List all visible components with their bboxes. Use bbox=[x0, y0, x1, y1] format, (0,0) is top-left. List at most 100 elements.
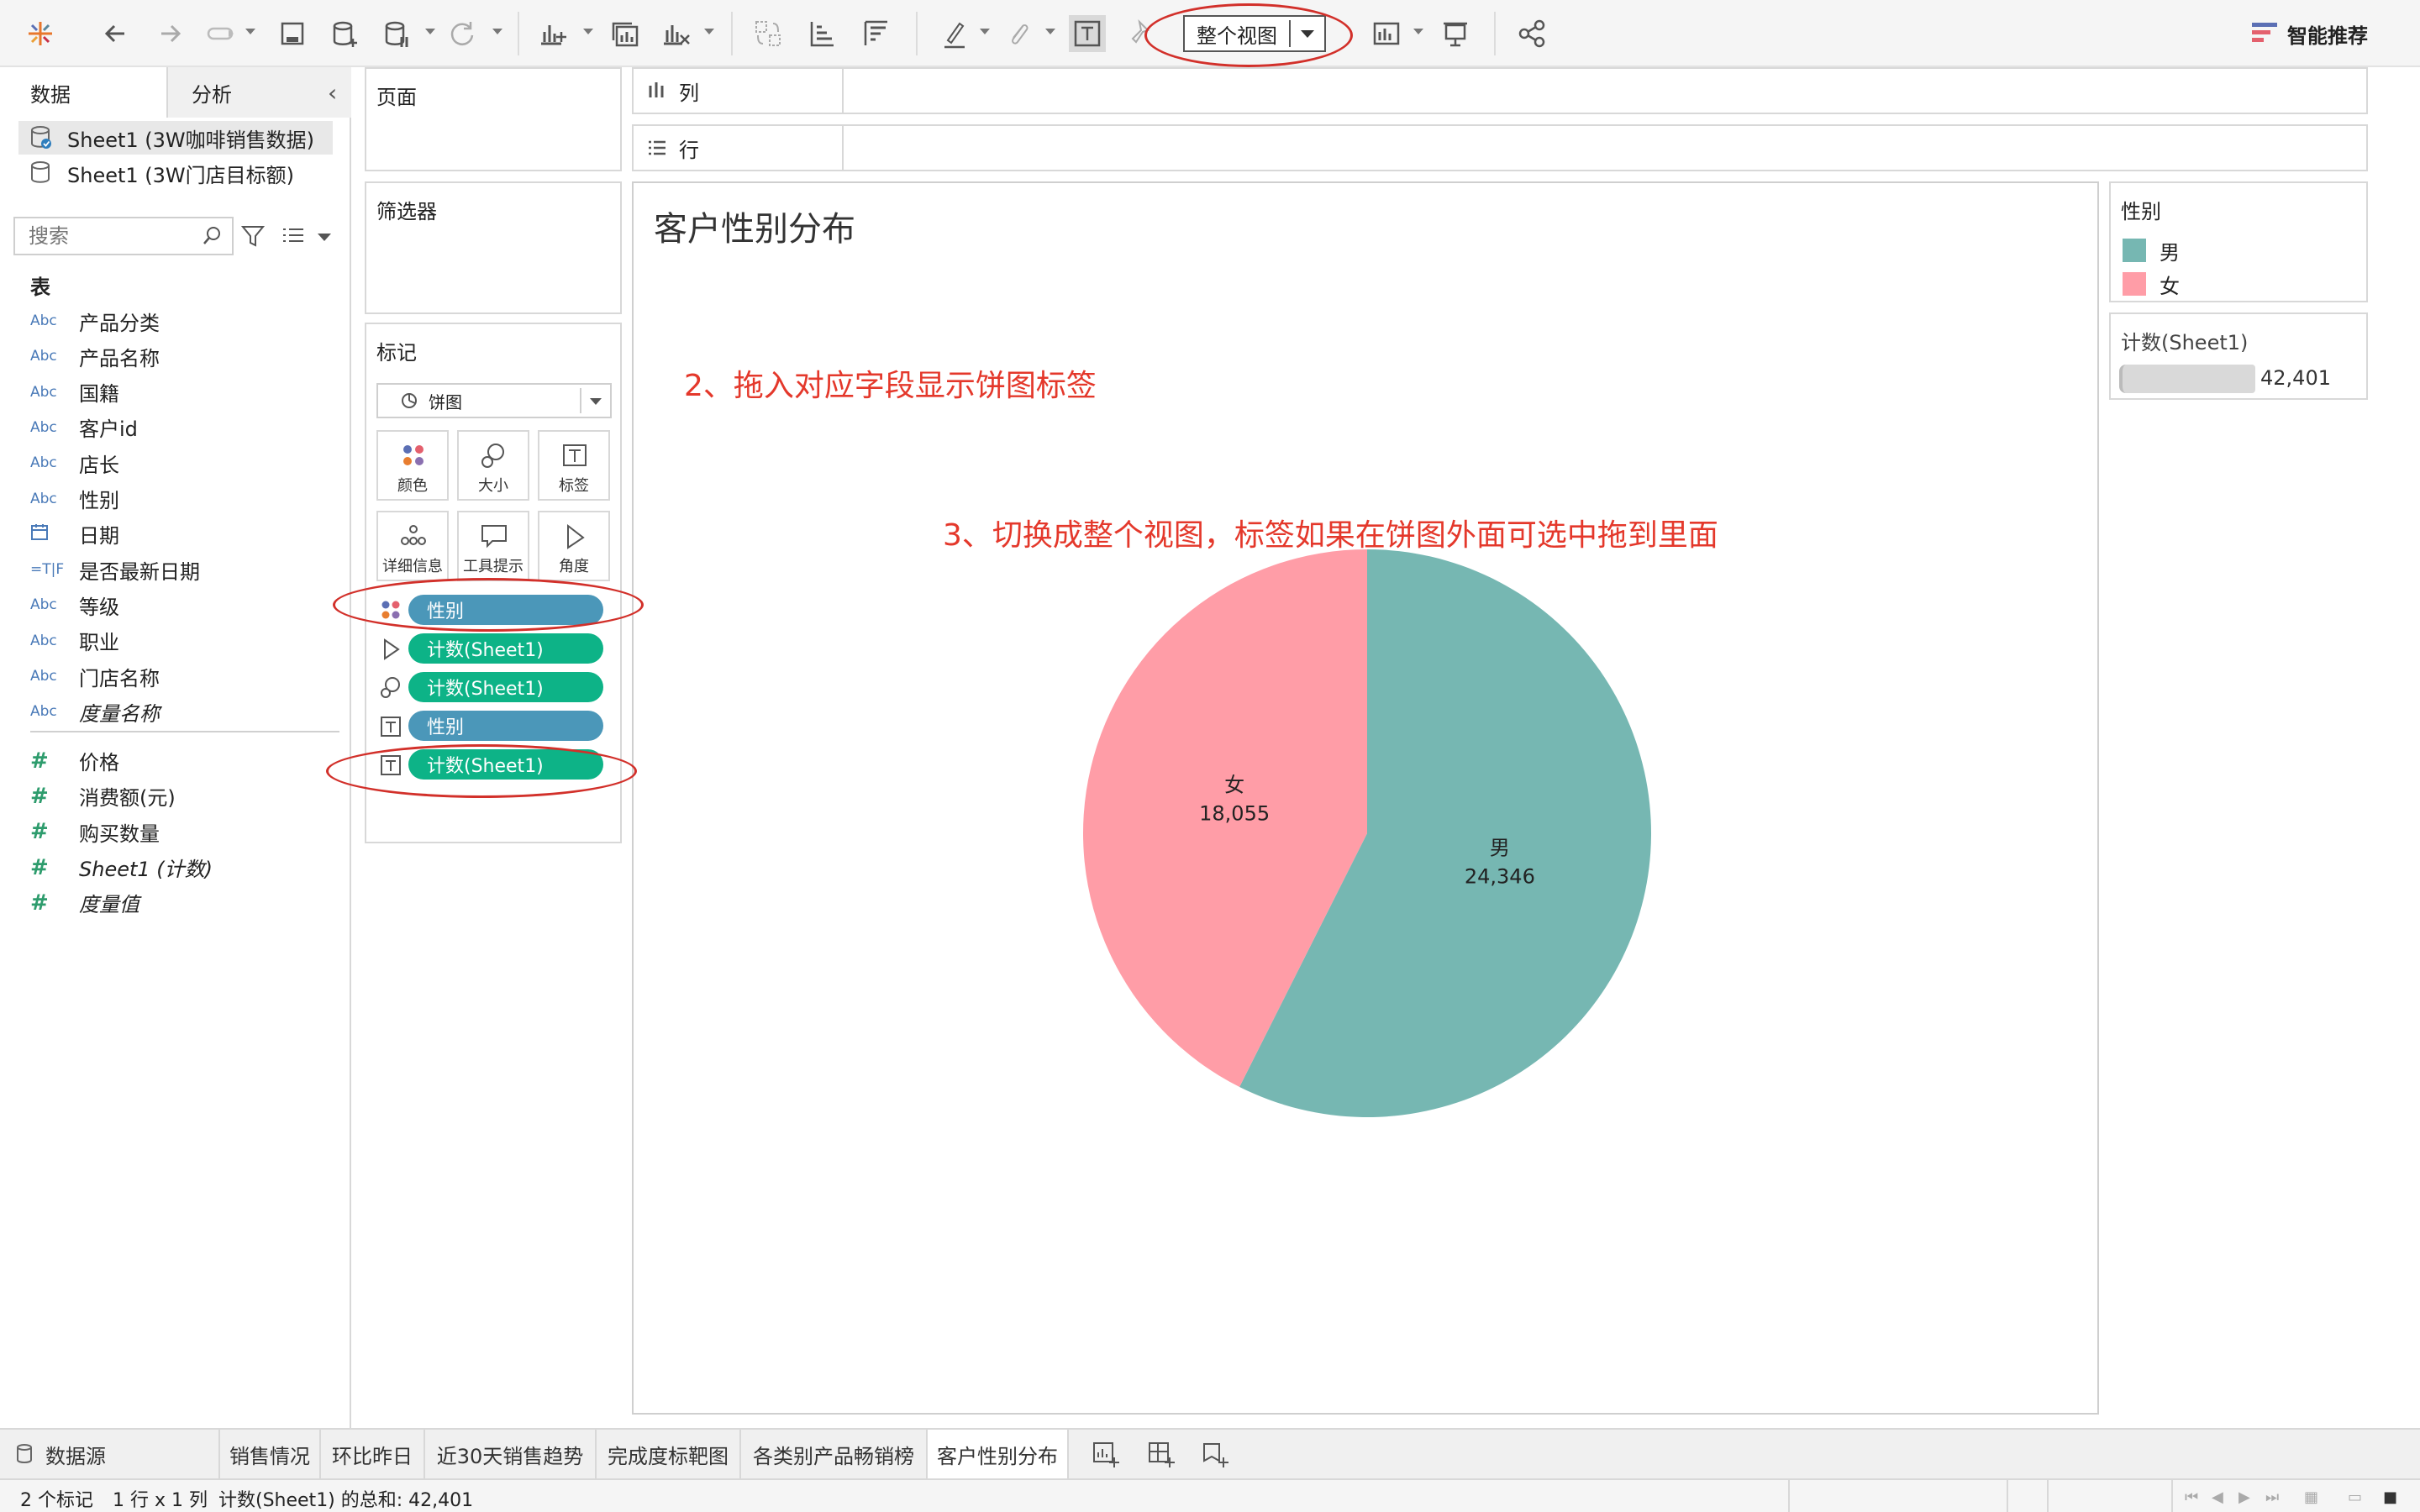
marks-tooltip-button[interactable]: 工具提示 bbox=[457, 511, 529, 581]
field-item[interactable]: Abc 门店名称 bbox=[30, 659, 341, 693]
chevron-down-icon[interactable] bbox=[492, 29, 502, 34]
angle-icon[interactable] bbox=[378, 637, 403, 662]
field-search-box[interactable] bbox=[13, 217, 234, 255]
sheet-tab[interactable]: 环比昨日 bbox=[321, 1430, 425, 1478]
chevron-down-icon[interactable] bbox=[425, 29, 435, 34]
filter-icon[interactable] bbox=[240, 223, 266, 252]
redo-icon[interactable] bbox=[151, 15, 188, 52]
datasource-item-coffee-sales[interactable]: Sheet1 (3W咖啡销售数据) bbox=[18, 121, 333, 155]
chevron-down-icon[interactable] bbox=[980, 29, 990, 34]
undo-icon[interactable] bbox=[97, 15, 134, 52]
new-dashboard-icon[interactable] bbox=[1139, 1438, 1183, 1472]
chevron-down-icon[interactable] bbox=[583, 29, 593, 34]
worksheet-view[interactable]: 男 24,346 女 18,055 客户性别分布 2、拖入对应字段显示饼图标签 3、切… bbox=[632, 181, 2099, 1415]
filmstrip-icon[interactable]: ▭ bbox=[2348, 1488, 2362, 1506]
tabs-view-icon[interactable]: ■ bbox=[2383, 1488, 2397, 1506]
clear-sheet-icon[interactable] bbox=[657, 15, 694, 52]
last-sheet-icon[interactable]: ⏭ bbox=[2265, 1488, 2279, 1506]
next-sheet-icon[interactable]: ▶ bbox=[2238, 1488, 2250, 1506]
sort-descending-icon[interactable] bbox=[857, 15, 894, 52]
collapse-pane-icon[interactable]: ‹ bbox=[328, 79, 337, 107]
chevron-down-icon[interactable] bbox=[590, 398, 602, 405]
marks-label-button[interactable]: 标签 bbox=[538, 430, 610, 501]
show-me-cards-icon[interactable] bbox=[1368, 15, 1405, 52]
size-icon[interactable] bbox=[378, 675, 403, 701]
columns-shelf[interactable]: 列 bbox=[632, 67, 2368, 114]
field-item[interactable]: Abc 职业 bbox=[30, 624, 341, 658]
new-datasource-icon[interactable] bbox=[326, 15, 363, 52]
data-pane: 数据 分析 ‹ Sheet1 (3W咖啡销售数据) Sheet1 (3W门店目标… bbox=[0, 67, 351, 1428]
share-icon[interactable] bbox=[1514, 15, 1551, 52]
status-divider bbox=[2047, 1480, 2049, 1512]
marks-pill[interactable]: 计数(Sheet1) bbox=[408, 672, 603, 702]
group-members-icon[interactable] bbox=[1000, 15, 1037, 52]
chevron-down-icon[interactable] bbox=[318, 234, 331, 241]
field-item[interactable]: Abc 等级 bbox=[30, 588, 341, 622]
marks-size-button[interactable]: 大小 bbox=[457, 430, 529, 501]
pages-card[interactable]: 页面 bbox=[365, 67, 622, 171]
marks-color-button[interactable]: 颜色 bbox=[376, 430, 449, 501]
highlight-icon[interactable] bbox=[936, 15, 973, 52]
list-view-icon[interactable] bbox=[281, 223, 306, 252]
legend-item-male[interactable]: 男 bbox=[2123, 235, 2180, 265]
field-item[interactable]: Abc 国籍 bbox=[30, 375, 341, 409]
new-story-icon[interactable] bbox=[1193, 1438, 1237, 1472]
grid-view-icon[interactable]: ▦ bbox=[2304, 1488, 2318, 1506]
sheet-tab[interactable]: 完成度标靶图 bbox=[597, 1430, 741, 1478]
size-legend[interactable]: 计数(Sheet1) 42,401 bbox=[2109, 312, 2368, 400]
show-me-button[interactable]: 智能推荐 bbox=[2252, 18, 2368, 49]
legend-item-female[interactable]: 女 bbox=[2123, 269, 2180, 299]
field-item[interactable]: 日期 bbox=[30, 517, 341, 551]
chevron-down-icon[interactable] bbox=[1413, 29, 1423, 34]
field-item[interactable]: # 消费额(元) bbox=[30, 780, 341, 813]
field-item[interactable]: Abc 店长 bbox=[30, 446, 341, 480]
field-item[interactable]: Abc 度量名称 bbox=[30, 695, 341, 728]
datasource-item-store-target[interactable]: Sheet1 (3W门店目标额) bbox=[18, 156, 333, 190]
swap-rows-columns-icon[interactable] bbox=[750, 15, 786, 52]
field-item[interactable]: Abc 产品分类 bbox=[30, 304, 341, 338]
tab-analytics[interactable]: 分析 bbox=[168, 67, 351, 118]
sheet-tab[interactable]: 客户性别分布 bbox=[928, 1430, 1069, 1478]
new-worksheet-icon[interactable] bbox=[1084, 1438, 1128, 1472]
replay-icon[interactable] bbox=[203, 15, 240, 52]
field-item[interactable]: Abc 性别 bbox=[30, 482, 341, 516]
tab-data[interactable]: 数据 bbox=[0, 67, 168, 118]
pause-updates-icon[interactable] bbox=[378, 15, 415, 52]
tab-datasource[interactable]: 数据源 bbox=[0, 1430, 220, 1478]
chevron-down-icon[interactable] bbox=[245, 29, 255, 34]
marks-pill[interactable]: 计数(Sheet1) bbox=[408, 633, 603, 664]
marks-pill[interactable]: 性别 bbox=[408, 711, 603, 741]
marks-detail-button[interactable]: 详细信息 bbox=[376, 511, 449, 581]
save-icon[interactable] bbox=[274, 15, 311, 52]
field-item[interactable]: =T|F 是否最新日期 bbox=[30, 553, 341, 586]
refresh-icon[interactable] bbox=[444, 15, 481, 52]
search-input[interactable] bbox=[29, 224, 197, 248]
duplicate-sheet-icon[interactable] bbox=[607, 15, 644, 52]
sheet-tab[interactable]: 各类别产品畅销榜 bbox=[741, 1430, 928, 1478]
sort-ascending-icon[interactable] bbox=[803, 15, 840, 52]
field-item[interactable]: # 度量值 bbox=[30, 886, 341, 920]
label-icon[interactable] bbox=[378, 714, 403, 739]
field-item[interactable]: # 购买数量 bbox=[30, 815, 341, 848]
new-sheet-icon[interactable] bbox=[534, 15, 571, 52]
worksheet-title[interactable]: 客户性别分布 bbox=[654, 202, 855, 250]
tableau-logo-icon[interactable] bbox=[22, 15, 59, 52]
chevron-down-icon[interactable] bbox=[1045, 29, 1055, 34]
filters-card[interactable]: 筛选器 bbox=[365, 181, 622, 314]
field-item[interactable]: # 价格 bbox=[30, 744, 341, 778]
sheet-tab[interactable]: 近30天销售趋势 bbox=[425, 1430, 597, 1478]
prev-sheet-icon[interactable]: ◀ bbox=[2212, 1488, 2223, 1506]
search-icon[interactable] bbox=[202, 225, 224, 252]
sheet-tab[interactable]: 销售情况 bbox=[220, 1430, 321, 1478]
color-legend[interactable]: 性别 男 女 bbox=[2109, 181, 2368, 302]
first-sheet-icon[interactable]: ⏮ bbox=[2185, 1488, 2198, 1506]
presentation-mode-icon[interactable] bbox=[1437, 15, 1474, 52]
field-item[interactable]: Abc 产品名称 bbox=[30, 339, 341, 373]
marks-angle-button[interactable]: 角度 bbox=[538, 511, 610, 581]
field-item[interactable]: # Sheet1 (计数) bbox=[30, 851, 341, 885]
chevron-down-icon[interactable] bbox=[704, 29, 714, 34]
mark-type-select[interactable]: 饼图 bbox=[376, 383, 612, 418]
field-item[interactable]: Abc 客户id bbox=[30, 411, 341, 444]
show-mark-labels-icon[interactable] bbox=[1069, 15, 1106, 52]
rows-shelf[interactable]: 行 bbox=[632, 124, 2368, 171]
